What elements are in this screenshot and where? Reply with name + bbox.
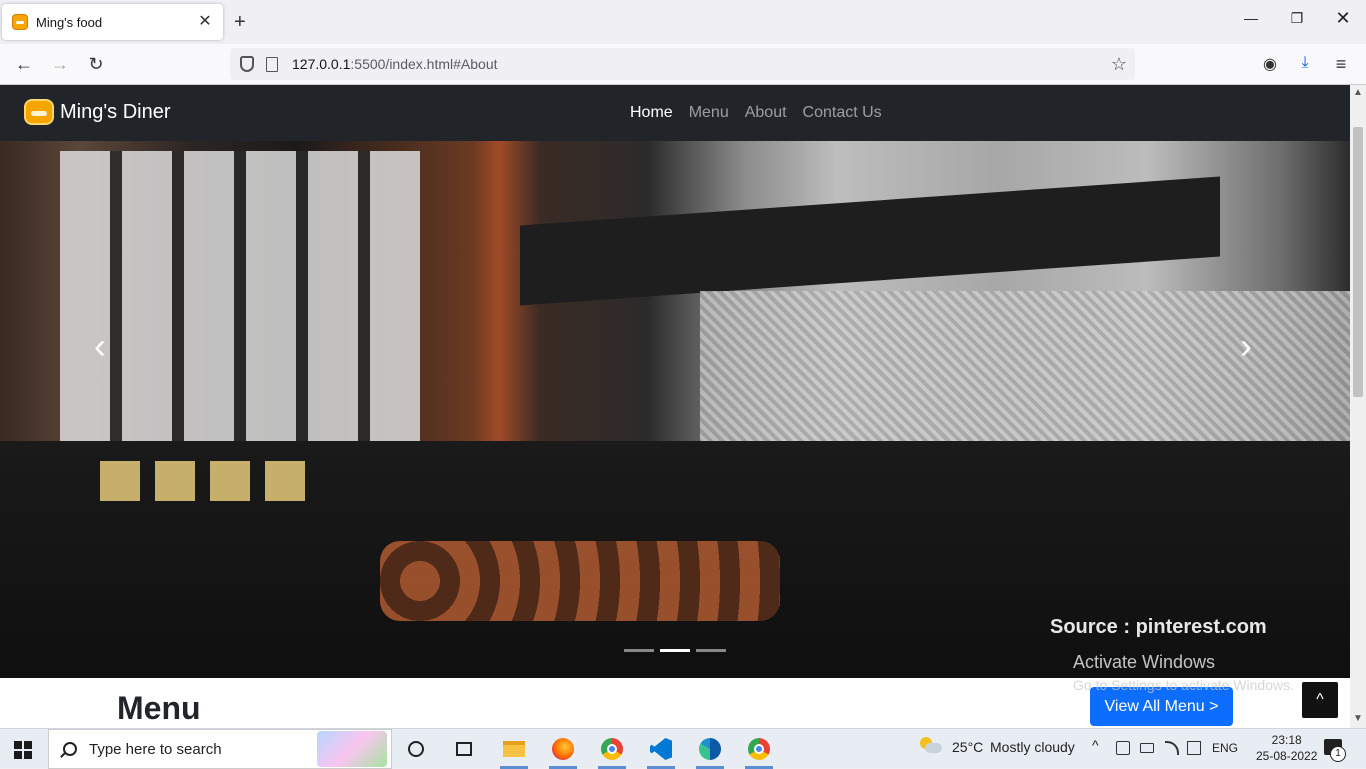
site-favicon-icon bbox=[12, 14, 28, 30]
notification-count-badge: 1 bbox=[1330, 746, 1346, 762]
carousel-indicator-3[interactable] bbox=[696, 649, 726, 652]
windows-taskbar: Type here to search 25°C Mostly cloudy ^… bbox=[0, 728, 1366, 769]
scrollbar-thumb[interactable] bbox=[1353, 127, 1363, 397]
weather-icon[interactable] bbox=[920, 737, 942, 755]
browser-tab[interactable]: Ming's food ✕ bbox=[2, 4, 223, 40]
bookmark-star-icon[interactable]: ☆ bbox=[1111, 54, 1127, 75]
url-path: :5500/index.html#About bbox=[350, 56, 498, 72]
site-nav-links: Home Menu About Contact Us bbox=[622, 104, 890, 122]
nav-link-about[interactable]: About bbox=[737, 104, 795, 122]
page-scrollbar[interactable]: ▲ ▼ bbox=[1350, 85, 1366, 728]
nav-link-home[interactable]: Home bbox=[622, 104, 681, 122]
firefox-icon[interactable] bbox=[545, 735, 581, 769]
start-button-windows-icon[interactable] bbox=[14, 741, 32, 759]
scroll-down-arrow-icon[interactable]: ▼ bbox=[1352, 713, 1364, 724]
close-tab-icon[interactable]: ✕ bbox=[197, 14, 213, 30]
meet-now-icon[interactable] bbox=[1116, 741, 1130, 755]
brand-logo-icon bbox=[24, 99, 54, 125]
scroll-up-arrow-icon[interactable]: ▲ bbox=[1352, 87, 1364, 98]
search-icon bbox=[63, 742, 77, 756]
page-info-icon[interactable] bbox=[266, 56, 278, 72]
carousel-indicator-1[interactable] bbox=[624, 649, 654, 652]
restore-window-button[interactable]: ❐ bbox=[1274, 10, 1320, 27]
watermark-title: Activate Windows bbox=[1073, 652, 1216, 672]
image-source-caption: Source : pinterest.com bbox=[1050, 616, 1267, 638]
clock-date: 25-08-2022 bbox=[1256, 749, 1318, 763]
url-text[interactable]: 127.0.0.1:5500/index.html#About bbox=[292, 56, 1111, 72]
hero-carousel: Source : pinterest.com ‹ › bbox=[0, 141, 1350, 678]
carousel-image-cakes bbox=[100, 461, 320, 501]
nav-link-contact[interactable]: Contact Us bbox=[795, 104, 890, 122]
carousel-image-shelf bbox=[520, 176, 1220, 306]
weather-temperature[interactable]: 25°C bbox=[952, 739, 983, 755]
carousel-indicators bbox=[624, 649, 726, 652]
taskbar-search-placeholder: Type here to search bbox=[89, 740, 222, 758]
show-hidden-icons-chevron-icon[interactable]: ^ bbox=[1092, 737, 1099, 753]
tracking-protection-shield-icon[interactable] bbox=[240, 56, 254, 72]
search-highlight-image[interactable] bbox=[317, 731, 387, 767]
wifi-icon[interactable] bbox=[1165, 741, 1179, 755]
brand[interactable]: Ming's Diner bbox=[24, 99, 171, 125]
carousel-next-button[interactable]: › bbox=[1226, 321, 1266, 371]
watermark-subtitle: Go to Settings to activate Windows. bbox=[1073, 677, 1294, 693]
brand-name: Ming's Diner bbox=[60, 100, 171, 123]
back-to-top-button[interactable]: ^ bbox=[1302, 682, 1338, 718]
battery-icon[interactable] bbox=[1140, 743, 1154, 753]
system-clock[interactable]: 23:18 25-08-2022 bbox=[1256, 732, 1317, 764]
back-button[interactable]: ← bbox=[12, 54, 36, 74]
cortana-icon[interactable] bbox=[398, 735, 434, 763]
clock-time: 23:18 bbox=[1271, 733, 1302, 747]
tab-title: Ming's food bbox=[36, 14, 103, 30]
pocket-icon[interactable]: ◉ bbox=[1259, 54, 1281, 74]
minimize-window-button[interactable]: — bbox=[1228, 10, 1274, 26]
carousel-prev-button[interactable]: ‹ bbox=[80, 321, 120, 371]
weather-condition[interactable]: Mostly cloudy bbox=[990, 739, 1075, 755]
vscode-icon[interactable] bbox=[643, 735, 679, 769]
forward-button[interactable]: → bbox=[48, 54, 72, 74]
task-view-icon[interactable] bbox=[446, 735, 482, 763]
volume-icon[interactable] bbox=[1187, 741, 1201, 755]
app-menu-icon[interactable]: ≡ bbox=[1330, 54, 1352, 75]
reload-button[interactable]: ↻ bbox=[84, 54, 108, 74]
url-host: 127.0.0.1 bbox=[292, 56, 351, 72]
browser-tab-bar: Ming's food ✕ + — ❐ ✕ bbox=[0, 0, 1366, 44]
taskbar-search-box[interactable]: Type here to search bbox=[48, 729, 392, 769]
browser-navigation-bar: ← → ↻ 127.0.0.1:5500/index.html#About ☆ … bbox=[0, 44, 1366, 85]
activate-windows-watermark: Activate Windows Go to Settings to activ… bbox=[1073, 652, 1294, 693]
download-icon[interactable]: ⤓ bbox=[1294, 54, 1316, 72]
chrome-icon[interactable] bbox=[594, 735, 630, 769]
nav-link-menu[interactable]: Menu bbox=[681, 104, 737, 122]
page-viewport: Ming's Diner Home Menu About Contact Us … bbox=[0, 85, 1350, 728]
edge-icon[interactable] bbox=[692, 735, 728, 769]
menu-heading: Menu bbox=[117, 690, 201, 726]
new-tab-button[interactable]: + bbox=[234, 12, 246, 32]
carousel-image-tiles bbox=[700, 291, 1350, 461]
chrome-profile-icon[interactable] bbox=[741, 735, 777, 769]
close-window-button[interactable]: ✕ bbox=[1320, 8, 1366, 29]
address-bar[interactable]: 127.0.0.1:5500/index.html#About ☆ bbox=[230, 48, 1135, 80]
site-navbar: Ming's Diner Home Menu About Contact Us bbox=[0, 85, 1350, 141]
carousel-image-pots bbox=[380, 541, 780, 621]
input-language[interactable]: ENG bbox=[1212, 741, 1238, 755]
carousel-indicator-2[interactable] bbox=[660, 649, 690, 652]
file-explorer-icon[interactable] bbox=[496, 735, 532, 769]
